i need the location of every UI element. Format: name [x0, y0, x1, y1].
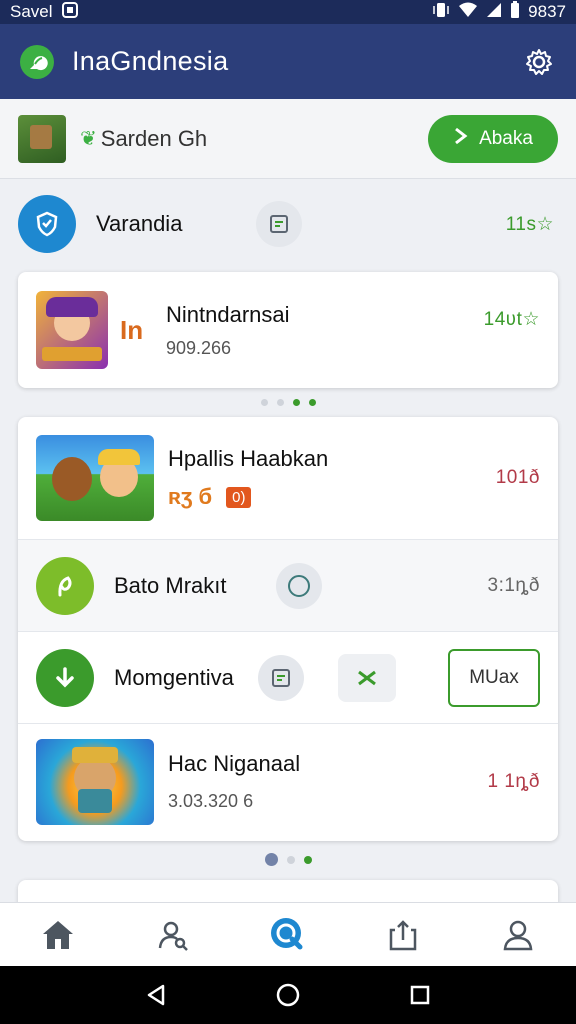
item-action-button[interactable]: MUax	[448, 648, 540, 707]
item-title: Varandia	[96, 211, 183, 236]
item-count: 101ð	[495, 467, 540, 488]
item-count: 14ʋt☆	[483, 309, 540, 330]
app-thumbnail	[36, 435, 154, 521]
gear-icon[interactable]	[522, 45, 556, 79]
page-indicator	[0, 853, 576, 866]
wifi-icon	[458, 1, 478, 24]
app-card: In Nintndarnsai 909.266 14ʋt☆	[18, 272, 558, 388]
item-count: 1 1ȵð	[487, 770, 540, 792]
system-navigation	[0, 966, 576, 1024]
profile-search-icon[interactable]	[143, 905, 203, 965]
shuffle-icon[interactable]	[337, 653, 396, 702]
page-dot[interactable]	[276, 399, 284, 406]
item-subtitle: 3.03.320 6	[168, 791, 254, 811]
bottom-navigation	[0, 902, 576, 966]
item-title: Momgentiva	[114, 664, 234, 690]
item-badge-left: ʀʒ б	[168, 484, 213, 509]
leaf-icon: ❦	[80, 128, 97, 150]
banner-text: Sarden Gh	[100, 125, 208, 151]
item-badge: In	[120, 314, 144, 345]
list-item[interactable]: Varandia 11s☆	[18, 195, 558, 253]
page-indicator	[0, 399, 576, 406]
radio-icon[interactable]	[276, 562, 323, 609]
shield-icon	[18, 195, 76, 253]
page-dot-active[interactable]	[264, 853, 278, 866]
power-leaf-icon	[36, 556, 94, 615]
download-icon	[36, 648, 94, 707]
home-icon[interactable]	[28, 905, 88, 965]
promo-banner: ❦ Sarden Gh Abaka	[0, 99, 576, 179]
app-bar: InaGndnesia	[0, 24, 576, 99]
list-item[interactable]: Bato Mrakıt 3:1ȵð	[18, 539, 558, 631]
vibrate-icon	[432, 1, 450, 24]
app-thumbnail	[36, 738, 154, 825]
app-title: InaGndnesia	[72, 46, 229, 76]
status-time: 9837	[528, 2, 566, 21]
list-item[interactable]: In Nintndarnsai 909.266 14ʋt☆	[18, 272, 558, 388]
page-dot[interactable]	[286, 855, 295, 864]
list-icon[interactable]	[256, 201, 303, 247]
item-title: Hpallis Haabkan	[168, 446, 329, 471]
share-icon[interactable]	[373, 905, 433, 965]
search-icon[interactable]	[258, 905, 318, 965]
page-dot[interactable]	[308, 399, 316, 406]
list-item[interactable]: Hac Niganaal 3.03.320 6 1 1ȵð	[18, 723, 558, 839]
account-icon[interactable]	[488, 905, 548, 965]
status-bar: Savel 9837	[0, 0, 576, 24]
page-dot[interactable]	[303, 855, 312, 864]
banner-button-label: Abaka	[479, 127, 533, 149]
arrow-right-icon	[453, 127, 469, 151]
item-subtitle: 909.266	[166, 337, 232, 358]
app-list-card: Hpallis Haabkan ʀʒ б 0) 101ð Bato Mrakıt…	[18, 417, 558, 841]
battery-icon	[510, 0, 520, 24]
home-circle-icon[interactable]	[268, 975, 308, 1015]
item-count: 11s☆	[505, 213, 554, 235]
banner-thumbnail[interactable]	[18, 114, 66, 163]
list-item[interactable]: Momgentiva MUax	[18, 631, 558, 723]
status-carrier-text: Savel	[10, 2, 53, 21]
list-icon[interactable]	[257, 654, 304, 701]
item-title: Nintndarnsai	[166, 301, 290, 327]
sim-icon	[61, 1, 79, 24]
banner-label: ❦ Sarden Gh	[80, 126, 207, 152]
back-icon[interactable]	[136, 975, 176, 1015]
banner-action-button[interactable]: Abaka	[428, 114, 558, 163]
recents-icon[interactable]	[400, 975, 440, 1015]
item-count: 3:1ȵð	[487, 574, 540, 596]
page-dot[interactable]	[260, 399, 268, 406]
list-item[interactable]: Hpallis Haabkan ʀʒ б 0) 101ð	[18, 417, 558, 539]
app-thumbnail	[36, 291, 108, 369]
leaf-chat-icon[interactable]	[20, 44, 54, 79]
signal-icon	[486, 1, 502, 24]
page-dot-active[interactable]	[292, 399, 300, 406]
item-badge-right: 0)	[226, 486, 252, 508]
item-title: Hac Niganaal	[168, 751, 301, 776]
item-title: Bato Mrakıt	[114, 572, 227, 598]
